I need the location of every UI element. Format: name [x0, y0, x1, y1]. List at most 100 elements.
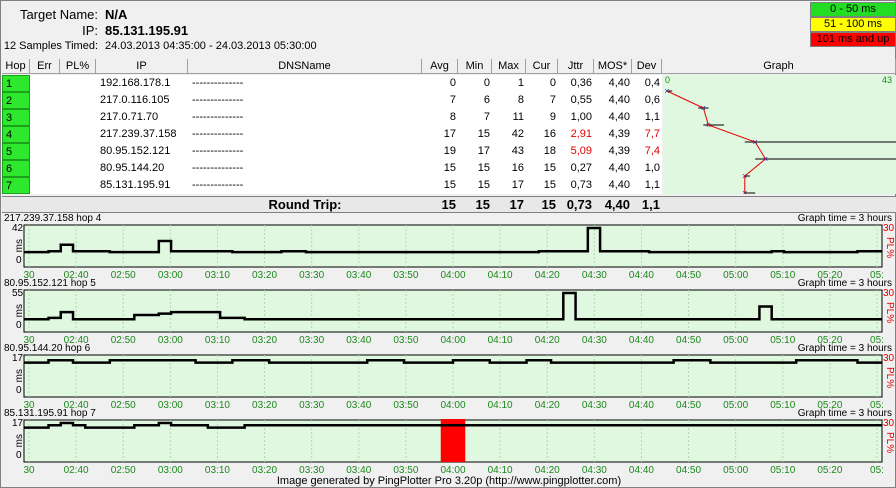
- round-trip-mos: 4,40: [604, 197, 630, 212]
- cell-avg: 15: [443, 179, 456, 191]
- time-tick-label: 03:00: [158, 465, 183, 475]
- cell-ip: 80.95.144.20: [100, 162, 165, 174]
- col-avg[interactable]: Avg: [422, 59, 458, 74]
- cell-max: 8: [517, 94, 524, 106]
- col-jttr[interactable]: Jttr: [558, 59, 594, 74]
- cell-err: [30, 143, 60, 160]
- col-pl[interactable]: PL%: [60, 59, 96, 74]
- target-name-value: N/A: [105, 7, 128, 22]
- time-tick-label: 03:40: [346, 465, 371, 475]
- cell-err: [30, 126, 60, 143]
- cell-avg: 17: [443, 128, 456, 140]
- cell-dns: --------------: [192, 179, 244, 191]
- cell-jttr: 0,55: [570, 94, 592, 106]
- cell-avg: 8: [449, 111, 456, 123]
- cell-ip: 192.168.178.1: [100, 77, 171, 89]
- ip-label: IP:: [82, 23, 98, 38]
- table-header: Hop Err PL% IP DNSName Avg Min Max Cur J…: [2, 59, 896, 74]
- cell-min: 0: [483, 77, 490, 89]
- cell-ip: 85.131.195.91: [100, 179, 171, 191]
- cell-hop: 2: [2, 92, 30, 109]
- graph-panel: 80.95.144.20 hop 6 Graph time = 3 hours 17…: [2, 343, 896, 410]
- cell-mos: 4,40: [608, 111, 630, 123]
- time-tick-label: 03:50: [393, 465, 418, 475]
- cell-dev: 7,4: [644, 145, 660, 157]
- col-graph[interactable]: Graph: [662, 59, 896, 74]
- table-row[interactable]: 1 192.168.178.1 -------------- 0 0 1 0 0,36 4,40…: [2, 75, 662, 92]
- cell-dev: 0,6: [644, 94, 660, 106]
- cell-dev: 1,1: [644, 179, 660, 191]
- col-dnsname[interactable]: DNSName: [188, 59, 422, 74]
- cell-mos: 4,39: [608, 128, 630, 140]
- table-row[interactable]: 4 217.239.37.158 -------------- 17 15 42 16 2,9…: [2, 126, 662, 143]
- col-err[interactable]: Err: [30, 59, 60, 74]
- col-hop[interactable]: Hop: [2, 59, 30, 74]
- col-mos[interactable]: MOS*: [594, 59, 632, 74]
- hop-graph-svg: ×××××××: [664, 86, 896, 198]
- col-ip[interactable]: IP: [96, 59, 188, 74]
- time-tick-label: 05:20: [817, 465, 842, 475]
- round-trip-row: Round Trip: 15 15 17 15 0,73 4,40 1,1: [2, 196, 896, 213]
- cell-cur: 9: [549, 111, 556, 123]
- cell-err: [30, 177, 60, 194]
- cell-pl: [60, 143, 96, 160]
- table-row[interactable]: 6 80.95.144.20 -------------- 15 15 16 15 0,27 4…: [2, 160, 662, 177]
- cell-min: 6: [483, 94, 490, 106]
- cell-max: 1: [517, 77, 524, 89]
- cell-dev: 1,0: [644, 162, 660, 174]
- latency-time-graph: 30 02:40 02:50 03:00 03:10 03:20 03:30 03:40 03:…: [23, 354, 884, 410]
- footer-credit: Image generated by PingPlotter Pro 3.20p…: [276, 475, 622, 487]
- cell-avg: 15: [443, 162, 456, 174]
- cell-cur: 0: [549, 77, 556, 89]
- cell-min: 17: [477, 145, 490, 157]
- cell-dns: --------------: [192, 111, 244, 123]
- hop-avg-marker: ×: [664, 86, 669, 96]
- cell-hop: 7: [2, 177, 30, 194]
- cell-err: [30, 75, 60, 92]
- graph-scale-min: 0: [665, 75, 671, 85]
- latency-time-graph: 30 02:40 02:50 03:00 03:10 03:20 03:30 03:40 03:…: [23, 224, 884, 280]
- cell-jttr: 0,36: [570, 77, 592, 89]
- table-row[interactable]: 2 217.0.116.105 -------------- 7 6 8 7 0,55 4,40…: [2, 92, 662, 109]
- table-row[interactable]: 7 85.131.195.91 -------------- 15 15 17 15 0,73…: [2, 177, 662, 194]
- graph-time: Graph time = 3 hours: [797, 408, 892, 419]
- cell-cur: 15: [543, 162, 556, 174]
- cell-pl: [60, 160, 96, 177]
- ip-value: 85.131.195.91: [105, 23, 189, 38]
- cell-cur: 18: [543, 145, 556, 157]
- cell-pl: [60, 177, 96, 194]
- round-trip-avg: 15: [441, 197, 456, 212]
- cell-hop: 1: [2, 75, 30, 92]
- round-trip-label: Round Trip:: [268, 197, 342, 212]
- cell-min: 15: [477, 179, 490, 191]
- cell-hop: 6: [2, 160, 30, 177]
- round-trip-cur: 15: [541, 197, 556, 212]
- col-dev[interactable]: Dev: [632, 59, 662, 74]
- cell-err: [30, 92, 60, 109]
- samples-label: 12 Samples Timed:: [3, 40, 98, 52]
- samples-value: 24.03.2013 04:35:00 - 24.03.2013 05:30:0…: [105, 40, 317, 52]
- graph-panel: 85.131.195.91 hop 7 Graph time = 3 hours 1…: [2, 408, 896, 475]
- cell-ip: 217.0.116.105: [100, 94, 170, 106]
- time-tick-label: 04:50: [676, 465, 701, 475]
- cell-pl: [60, 75, 96, 92]
- col-max[interactable]: Max: [492, 59, 526, 74]
- cell-err: [30, 109, 60, 126]
- cell-avg: 7: [449, 94, 456, 106]
- cell-hop: 3: [2, 109, 30, 126]
- table-row[interactable]: 3 217.0.71.70 -------------- 8 7 11 9 1,00 4,40 1…: [2, 109, 662, 126]
- cell-ip: 80.95.152.121: [100, 145, 171, 157]
- graph-time: Graph time = 3 hours: [797, 213, 892, 224]
- round-trip-dev: 1,1: [641, 197, 660, 212]
- time-tick-label: 05:10: [770, 465, 795, 475]
- table-row[interactable]: 5 80.95.152.121 -------------- 19 17 43 18 5,09…: [2, 143, 662, 160]
- cell-jttr: 2,91: [570, 128, 592, 140]
- cell-max: 17: [511, 179, 524, 191]
- cell-pl: [60, 92, 96, 109]
- cell-dns: --------------: [192, 128, 244, 140]
- col-cur[interactable]: Cur: [526, 59, 558, 74]
- time-tick-label: 30: [23, 465, 35, 475]
- graph-panel: 80.95.152.121 hop 5 Graph time = 3 hours 5…: [2, 278, 896, 345]
- graph-scale-max: 43: [881, 75, 892, 85]
- col-min[interactable]: Min: [458, 59, 492, 74]
